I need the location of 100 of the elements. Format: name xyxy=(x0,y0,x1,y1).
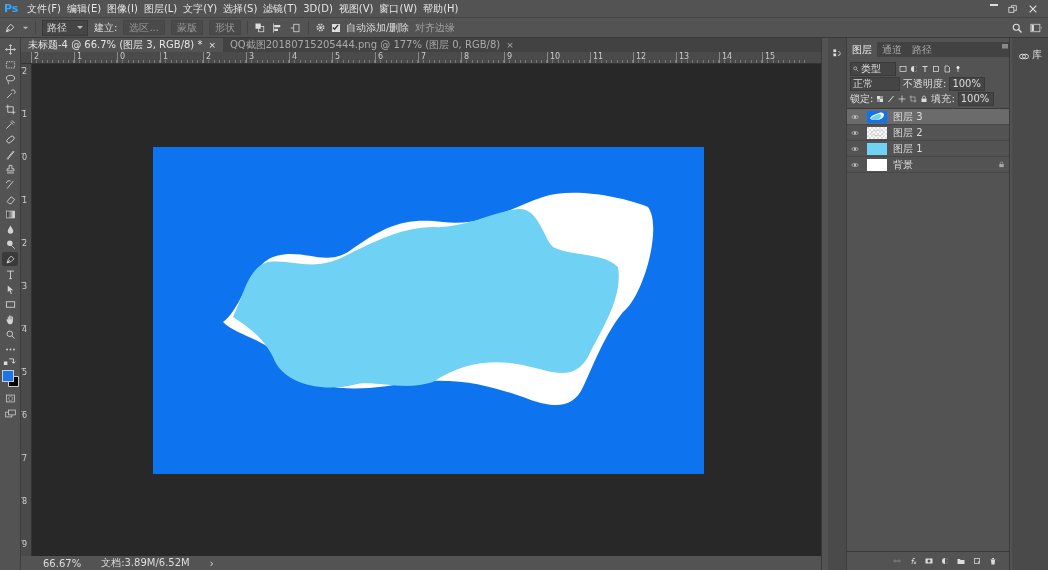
tab-close-button[interactable]: × xyxy=(506,40,514,50)
mode-dropdown[interactable]: 路径 xyxy=(42,19,88,36)
lock-all-icon xyxy=(920,94,929,103)
menu-item[interactable]: 3D(D) xyxy=(300,3,336,14)
crop-icon xyxy=(4,103,16,115)
tab-close-button[interactable]: × xyxy=(208,40,216,50)
folder-icon xyxy=(957,557,965,565)
panel-tab[interactable]: 路径 xyxy=(907,42,937,57)
lasso-icon xyxy=(4,73,16,85)
menu-item[interactable]: 图像(I) xyxy=(104,1,141,16)
auto-add-label: 自动添加/删除 xyxy=(345,20,410,35)
filter-toggle-icon xyxy=(954,64,962,73)
visibility-eye-icon[interactable] xyxy=(851,160,859,169)
swap-colors-icon xyxy=(3,357,17,366)
layer-name: 图层 3 xyxy=(893,110,923,122)
new-layer-icon xyxy=(973,557,981,565)
screen-mode-button[interactable] xyxy=(2,406,18,420)
quick-mask-icon xyxy=(4,392,16,404)
menu-item[interactable]: 滤镜(T) xyxy=(260,1,301,16)
gradient-icon xyxy=(4,208,16,220)
type-filter-icon xyxy=(921,64,929,73)
layer-row[interactable]: 图层 2 xyxy=(847,125,1009,141)
menu-item[interactable]: 文件(F) xyxy=(24,1,64,16)
foreground-color-swatch[interactable] xyxy=(1,370,14,382)
menu-item[interactable]: 视图(V) xyxy=(335,1,377,16)
layer-row[interactable]: 背景 xyxy=(847,157,1009,173)
panel-tab[interactable]: 通道 xyxy=(877,42,907,57)
horizontal-ruler: 2 1 0 1 2 3 4 5 6 7 8 9 10 11 12 13 14 15 xyxy=(21,52,821,64)
caret-icon xyxy=(22,24,29,31)
menu-item[interactable]: 选择(S) xyxy=(220,1,261,16)
layer-name: 图层 2 xyxy=(893,126,923,138)
dodge-icon xyxy=(4,238,16,250)
minimize-icon xyxy=(990,3,998,6)
marquee-icon xyxy=(4,58,16,70)
close-icon xyxy=(1028,3,1038,14)
trash-icon xyxy=(989,557,997,565)
type-icon xyxy=(4,268,16,280)
layer-row[interactable]: 图层 3 xyxy=(847,109,1009,125)
app-logo: Ps xyxy=(3,2,20,15)
lock-pixels-icon xyxy=(876,94,885,103)
pixel-filter-icon xyxy=(899,64,907,73)
gear-icon xyxy=(314,22,326,33)
status-menu-arrow[interactable]: › xyxy=(209,557,214,569)
tool-button[interactable] xyxy=(2,252,18,266)
lock-position-icon xyxy=(898,94,907,103)
menu-item[interactable]: 图层(L) xyxy=(140,1,181,16)
make-label: 建立: xyxy=(94,20,118,35)
lock-paint-icon xyxy=(887,94,896,103)
shape-filter-icon xyxy=(932,64,940,73)
quick-select-icon xyxy=(4,88,16,100)
panel-menu-icon xyxy=(1001,42,1009,50)
stamp-icon xyxy=(4,163,16,175)
layer-thumbnail xyxy=(867,126,887,139)
screen-mode-icon xyxy=(4,407,16,419)
path-operations-icon xyxy=(253,21,266,34)
panel-tab[interactable]: 图层 xyxy=(847,42,877,57)
restore-icon xyxy=(1008,3,1018,14)
zoom-level: 66.67% xyxy=(43,557,82,569)
pen-icon xyxy=(4,21,16,34)
eraser-icon xyxy=(4,193,16,205)
fill-label: 填充: xyxy=(931,91,955,106)
opacity-label: 不透明度: xyxy=(903,76,947,91)
menu-item[interactable]: 帮助(H) xyxy=(420,1,462,16)
hand-icon xyxy=(4,313,16,325)
fill-field[interactable]: 100% xyxy=(957,91,994,106)
adjustment-filter-icon xyxy=(910,64,918,73)
visibility-eye-icon[interactable] xyxy=(851,144,859,153)
opacity-field[interactable]: 100% xyxy=(949,76,986,91)
history-brush-icon xyxy=(4,178,16,190)
visibility-eye-icon[interactable] xyxy=(851,112,859,121)
link-layers-icon xyxy=(893,557,901,565)
layer-name: 背景 xyxy=(893,158,913,170)
arrange-icon xyxy=(289,21,302,34)
document-tab[interactable]: 未标题-4 @ 66.7% (图层 3, RGB/8) * × xyxy=(21,38,223,52)
brush-icon xyxy=(4,148,16,160)
layer-thumbnail xyxy=(867,158,887,171)
layer-row[interactable]: 图层 1 xyxy=(847,141,1009,157)
search-icon xyxy=(1011,21,1023,34)
menu-item[interactable]: 文字(Y) xyxy=(180,1,221,16)
smart-object-filter-icon xyxy=(943,64,951,73)
libraries-button[interactable]: 库 xyxy=(1018,48,1042,62)
blend-mode-dropdown[interactable]: 正常 xyxy=(850,76,900,91)
fx-icon xyxy=(909,557,917,565)
bandage-icon xyxy=(4,133,16,145)
auto-add-checkbox[interactable] xyxy=(331,23,340,32)
visibility-eye-icon[interactable] xyxy=(851,128,859,137)
filter-dropdown[interactable]: 类型 xyxy=(850,61,896,76)
lock-artboard-icon xyxy=(909,94,918,103)
caret-icon xyxy=(77,26,83,29)
search-icon xyxy=(853,65,859,72)
layer-name: 图层 1 xyxy=(893,142,923,154)
pen-icon xyxy=(4,253,16,265)
adjustment-layer-icon xyxy=(941,557,949,565)
layer-thumbnail xyxy=(867,142,887,155)
menu-item[interactable]: 窗口(W) xyxy=(376,1,421,16)
menu-item[interactable]: 编辑(E) xyxy=(64,1,105,16)
mask-icon xyxy=(925,557,933,565)
eyedropper-icon xyxy=(4,118,16,130)
layer-thumbnail xyxy=(867,110,887,123)
move-icon xyxy=(4,43,16,55)
